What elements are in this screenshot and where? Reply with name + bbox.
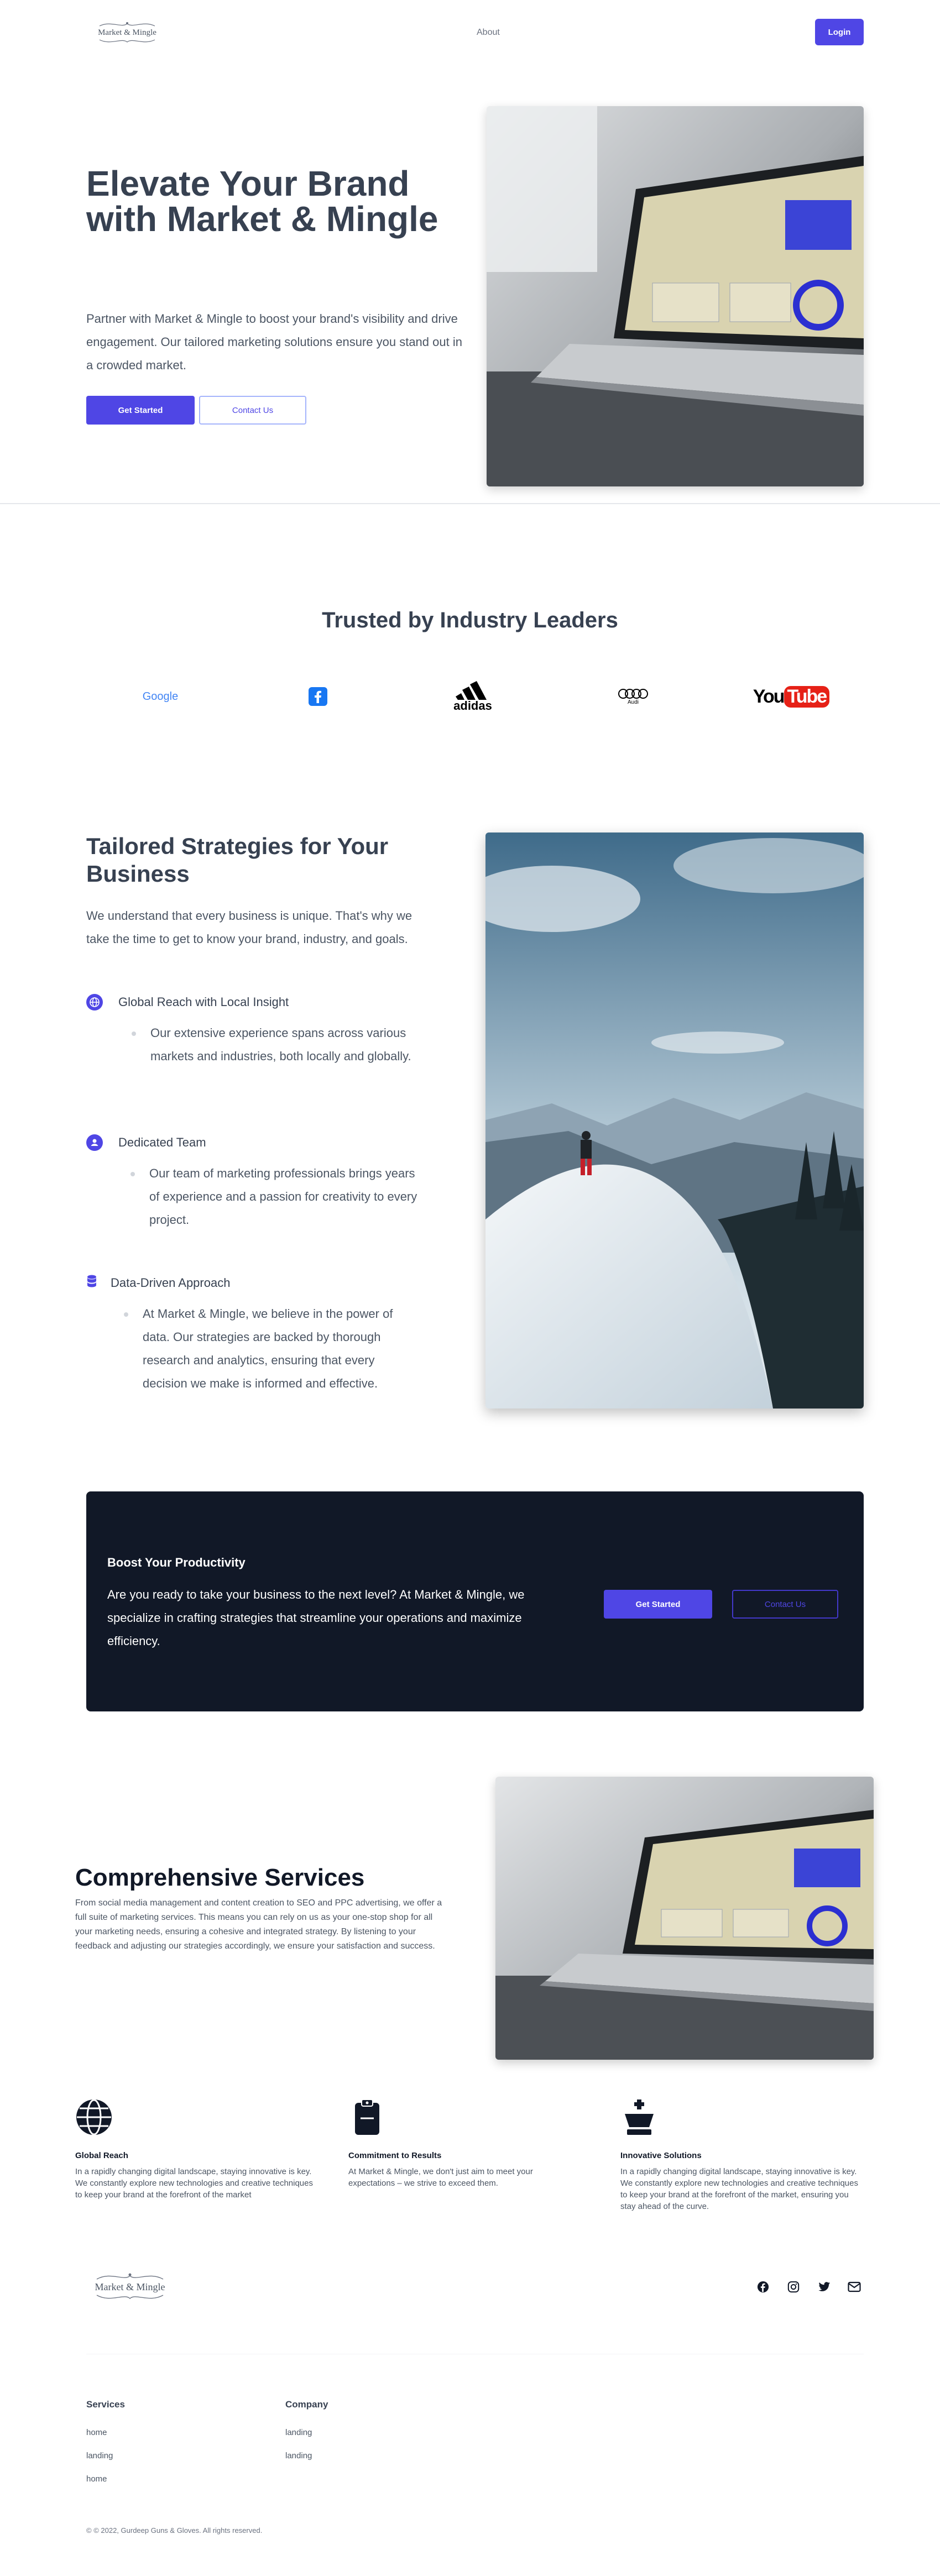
- strategies-title: Tailored Strategies for Your Business: [86, 833, 389, 887]
- services-title: Comprehensive Services: [75, 1864, 365, 1891]
- feature-title: Global Reach with Local Insight: [118, 995, 289, 1009]
- footer-services-heading: Services: [86, 2399, 125, 2410]
- footer-services-link[interactable]: landing: [86, 2451, 113, 2460]
- service-column-commitment: Commitment to Results At Market & Mingle…: [348, 2098, 581, 2189]
- hero-title: Elevate Your Brand with Market & Mingle: [86, 164, 438, 239]
- cta-panel: Boost Your Productivity Are you ready to…: [86, 1491, 864, 1711]
- cta-text: Are you ready to take your business to t…: [107, 1588, 525, 1648]
- hero-get-started-button[interactable]: Get Started: [86, 396, 195, 425]
- footer-logo-text: Market & Mingle: [95, 2281, 165, 2292]
- bullet-icon: [124, 1312, 128, 1317]
- audi-logo: Audi: [603, 680, 664, 713]
- section-divider: [0, 503, 940, 504]
- trusted-title: Trusted by Industry Leaders: [322, 608, 618, 632]
- adidas-stripes-icon: [456, 681, 487, 700]
- bullet-icon: [132, 1032, 136, 1036]
- service-column-innovative: Innovative Solutions In a rapidly changi…: [620, 2098, 866, 2212]
- services-laptop-image: [495, 1777, 874, 2060]
- service-title: Commitment to Results: [348, 2151, 442, 2160]
- feature-item: At Market & Mingle, we believe in the po…: [124, 1302, 419, 1395]
- footer-company-link[interactable]: landing: [285, 2451, 312, 2460]
- cta-contact-button[interactable]: Contact Us: [732, 1590, 838, 1619]
- footer-logo[interactable]: Market & Mingle: [88, 2262, 171, 2312]
- youtube-tube-text: Tube: [784, 685, 830, 708]
- cta-get-started-button[interactable]: Get Started: [604, 1590, 712, 1619]
- user-circle-icon: [86, 1134, 103, 1151]
- mail-icon[interactable]: [847, 2280, 861, 2294]
- feature-title: Data-Driven Approach: [111, 1276, 231, 1290]
- globe-icon: [76, 2099, 112, 2135]
- clipboard-icon: [355, 2099, 379, 2135]
- facebook-icon[interactable]: [756, 2280, 770, 2294]
- database-icon: [86, 1275, 97, 1291]
- feature-heading-dedicated-team: Dedicated Team: [86, 1134, 206, 1151]
- service-title: Global Reach: [75, 2151, 128, 2160]
- chess-king-icon: [625, 2099, 654, 2135]
- youtube-logo: You Tube: [750, 680, 833, 713]
- hero-text: Partner with Market & Mingle to boost yo…: [86, 312, 462, 372]
- audi-rings-icon: [618, 688, 648, 699]
- service-text: At Market & Mingle, we don't just aim to…: [348, 2167, 533, 2188]
- footer-services-link[interactable]: home: [86, 2428, 107, 2437]
- services-text: From social media management and content…: [75, 1898, 442, 1951]
- instagram-icon[interactable]: [786, 2280, 801, 2294]
- feature-heading-data-driven: Data-Driven Approach: [86, 1275, 230, 1291]
- twitter-icon[interactable]: [817, 2280, 832, 2294]
- service-text: In a rapidly changing digital landscape,…: [75, 2167, 313, 2200]
- feature-item: Our extensive experience spans across va…: [132, 1022, 421, 1068]
- facebook-icon: [309, 687, 327, 706]
- feature-item: Our team of marketing professionals brin…: [130, 1162, 421, 1232]
- hero-laptop-image: [487, 106, 864, 486]
- service-title: Innovative Solutions: [620, 2151, 702, 2160]
- adidas-text: adidas: [453, 699, 492, 713]
- feature-heading-global-reach: Global Reach with Local Insight: [86, 994, 289, 1010]
- flourish-bottom-icon: [99, 39, 155, 43]
- logo-text: Market & Mingle: [98, 28, 156, 37]
- nav-about-link[interactable]: About: [477, 28, 500, 38]
- cta-title: Boost Your Productivity: [107, 1556, 246, 1569]
- service-text: In a rapidly changing digital landscape,…: [620, 2167, 858, 2211]
- feature-text: Our team of marketing professionals brin…: [149, 1166, 417, 1227]
- footer-services-link[interactable]: home: [86, 2474, 107, 2484]
- hero-contact-button[interactable]: Contact Us: [199, 396, 306, 425]
- globe-icon: [86, 994, 103, 1010]
- nav-logo[interactable]: Market & Mingle: [88, 13, 166, 52]
- flourish-top-icon: [99, 22, 155, 27]
- service-column-global-reach: Global Reach In a rapidly changing digit…: [75, 2098, 318, 2201]
- mountain-hiker-image: [485, 833, 864, 1409]
- footer-company-link[interactable]: landing: [285, 2428, 312, 2437]
- flourish-bottom-icon: [96, 2294, 164, 2299]
- google-text: Google: [142, 690, 179, 703]
- flourish-top-icon: [96, 2273, 164, 2280]
- feature-text: At Market & Mingle, we believe in the po…: [143, 1307, 393, 1390]
- feature-text: Our extensive experience spans across va…: [150, 1026, 411, 1063]
- strategies-intro: We understand that every business is uni…: [86, 909, 412, 946]
- adidas-logo: adidas: [442, 680, 503, 713]
- facebook-logo: [304, 680, 332, 713]
- audi-text: Audi: [627, 699, 639, 705]
- copyright-text: © © 2022, Gurdeep Guns & Gloves. All rig…: [86, 2526, 263, 2535]
- feature-title: Dedicated Team: [118, 1135, 206, 1149]
- bullet-icon: [130, 1172, 135, 1176]
- google-logo: Google: [133, 680, 188, 713]
- youtube-you-text: You: [753, 685, 785, 707]
- footer-company-heading: Company: [285, 2399, 328, 2410]
- login-button[interactable]: Login: [815, 19, 864, 45]
